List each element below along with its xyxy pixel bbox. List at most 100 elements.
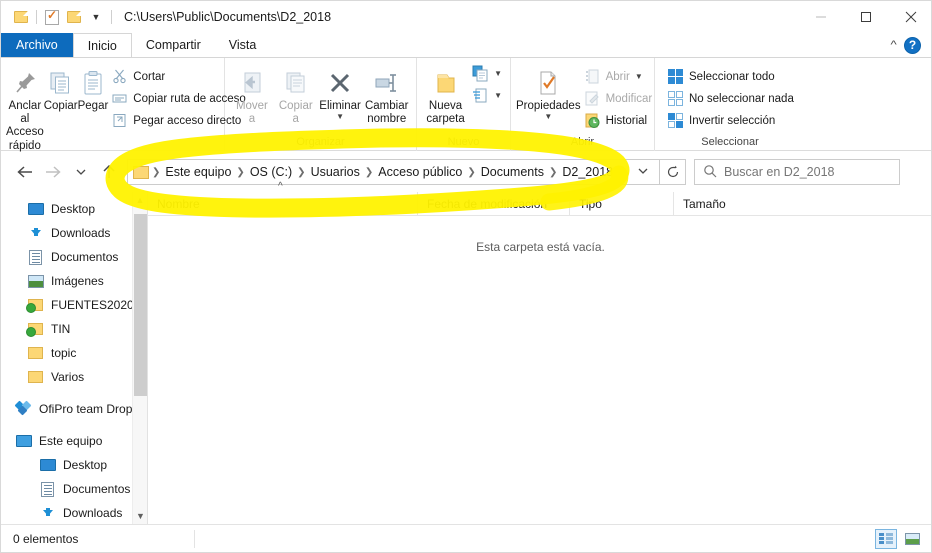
invert-selection-label: Invertir selección: [689, 115, 775, 127]
tab-vista[interactable]: Vista: [215, 33, 271, 57]
edit-button[interactable]: Modificar: [581, 89, 656, 108]
sidebar-item-downloads-quick[interactable]: Downloads: [1, 221, 147, 245]
cut-label: Cortar: [133, 71, 165, 83]
search-input[interactable]: Buscar en D2_2018: [694, 159, 900, 185]
up-button[interactable]: [95, 158, 123, 186]
empty-folder-message: Esta carpeta está vacía.: [148, 216, 932, 254]
back-button[interactable]: [11, 158, 39, 186]
chevron-up-icon[interactable]: ^: [890, 39, 896, 51]
invert-selection-icon: [667, 112, 684, 129]
sidebar-item-documentos-quick[interactable]: Documentos: [1, 245, 147, 269]
search-icon: [703, 164, 717, 181]
navigation-pane: Desktop Downloads Documentos: [1, 192, 147, 524]
refresh-icon[interactable]: [660, 159, 686, 185]
delete-dropdown-caret-icon[interactable]: ▼: [336, 113, 344, 121]
breadcrumb-item-este-equipo[interactable]: Este equipo: [161, 165, 235, 179]
easy-access-button[interactable]: ▼: [469, 86, 505, 105]
sidebar-item-imagenes-quick[interactable]: Imágenes: [1, 269, 147, 293]
breadcrumb-separator-0[interactable]: ❯: [151, 167, 161, 178]
scroll-down-icon[interactable]: ▼: [133, 508, 147, 524]
breadcrumb-separator-3[interactable]: ❯: [364, 167, 374, 178]
breadcrumb-item-documents[interactable]: Documents: [477, 165, 548, 179]
open-icon: [584, 68, 601, 85]
sidebar-item-downloads-pc[interactable]: Downloads: [1, 501, 147, 524]
new-item-caret-icon[interactable]: ▼: [494, 70, 502, 78]
address-bar: ❯ Este equipo ❯ OS (C:) ❯ Usuarios ❯ Acc…: [1, 152, 932, 192]
maximize-icon[interactable]: [843, 1, 888, 33]
column-header-nombre[interactable]: Nombre ^: [148, 192, 418, 216]
column-header-tipo[interactable]: Tipo: [570, 192, 674, 216]
new-item-button[interactable]: ▼: [469, 64, 505, 83]
new-folder-icon[interactable]: [63, 6, 85, 28]
sidebar-item-este-equipo[interactable]: Este equipo: [1, 429, 147, 453]
new-folder-label: Nueva carpeta: [426, 100, 464, 126]
recent-locations-button[interactable]: [67, 158, 95, 186]
forward-button[interactable]: [39, 158, 67, 186]
properties-icon[interactable]: [41, 6, 63, 28]
view-toggle-group: [875, 529, 932, 549]
select-none-button[interactable]: No seleccionar nada: [664, 89, 797, 108]
select-all-button[interactable]: Seleccionar todo: [664, 67, 797, 86]
history-icon: [584, 112, 601, 129]
customize-caret-icon[interactable]: ▼: [85, 6, 107, 28]
breadcrumb-item-usuarios[interactable]: Usuarios: [307, 165, 364, 179]
scrollbar-thumb[interactable]: [134, 214, 147, 396]
sidebar-item-ofipro-team-drop[interactable]: OfiPro team Drop: [1, 397, 147, 421]
breadcrumb-separator-4[interactable]: ❯: [466, 167, 476, 178]
breadcrumb-dropdown-icon[interactable]: [629, 166, 657, 179]
sidebar-item-documentos-pc[interactable]: Documentos: [1, 477, 147, 501]
open-caret-icon[interactable]: ▼: [635, 73, 643, 81]
tab-inicio[interactable]: Inicio: [73, 33, 132, 57]
minimize-icon[interactable]: [798, 1, 843, 33]
column-header-tamano[interactable]: Tamaño: [674, 192, 754, 216]
document-icon: [39, 481, 56, 498]
pin-to-quick-access-button[interactable]: Anclar al Acceso rápido: [6, 62, 44, 153]
tab-compartir[interactable]: Compartir: [132, 33, 215, 57]
sidebar-item-varios[interactable]: Varios: [1, 365, 147, 389]
close-icon[interactable]: [888, 1, 932, 33]
large-icons-view-button[interactable]: [901, 529, 923, 549]
main-area: Desktop Downloads Documentos: [1, 192, 932, 524]
new-small-commands: ▼ ▼: [469, 62, 505, 105]
paste-button[interactable]: Pegar: [78, 62, 109, 113]
easy-access-caret-icon[interactable]: ▼: [494, 92, 502, 100]
tab-archivo[interactable]: Archivo: [1, 33, 73, 57]
sidebar-item-desktop-pc[interactable]: Desktop: [1, 453, 147, 477]
scroll-up-icon[interactable]: ▲: [133, 192, 147, 208]
breadcrumb-item-acceso-publico[interactable]: Acceso público: [374, 165, 466, 179]
delete-button[interactable]: Eliminar ▼: [318, 62, 363, 121]
history-button[interactable]: Historial: [581, 111, 656, 130]
breadcrumb-separator-5[interactable]: ❯: [548, 167, 558, 178]
navigation-pane-scrollbar[interactable]: ▲ ▼: [132, 192, 147, 524]
new-folder-button[interactable]: Nueva carpeta: [422, 62, 469, 126]
properties-caret-icon[interactable]: ▼: [544, 113, 552, 121]
dropbox-icon: [15, 401, 32, 418]
copy-button[interactable]: Copiar: [44, 62, 78, 113]
sidebar-label: Documentos: [51, 250, 129, 264]
properties-button[interactable]: Propiedades ▼: [516, 62, 581, 121]
window-controls: [798, 1, 932, 33]
sidebar-item-tin[interactable]: TIN: [1, 317, 147, 341]
sidebar-item-desktop-quick[interactable]: Desktop: [1, 197, 147, 221]
sidebar-item-topic[interactable]: topic: [1, 341, 147, 365]
folder-icon[interactable]: [10, 6, 32, 28]
breadcrumb-folder-icon: [133, 166, 149, 179]
column-header-fecha[interactable]: Fecha de modificación: [418, 192, 570, 216]
open-button[interactable]: Abrir ▼: [581, 67, 656, 86]
breadcrumb-separator-2[interactable]: ❯: [296, 167, 306, 178]
file-explorer-window: ▼ C:\Users\Public\Documents\D2_2018 Arch…: [0, 0, 932, 553]
sidebar-label: Imágenes: [51, 274, 129, 288]
breadcrumb-separator-1[interactable]: ❯: [235, 167, 245, 178]
breadcrumb-item-d2-2018[interactable]: D2_2018: [558, 165, 617, 179]
details-view-button[interactable]: [875, 529, 897, 549]
sidebar-item-fuentes2020[interactable]: FUENTES2020: [1, 293, 147, 317]
rename-button[interactable]: Cambiar nombre: [362, 62, 411, 126]
breadcrumb[interactable]: ❯ Este equipo ❯ OS (C:) ❯ Usuarios ❯ Acc…: [127, 159, 660, 185]
pin-to-quick-access-label: Anclar al Acceso rápido: [6, 100, 44, 153]
copy-to-button[interactable]: Copiar a: [274, 62, 318, 126]
invert-selection-button[interactable]: Invertir selección: [664, 111, 797, 130]
move-to-button[interactable]: Mover a: [230, 62, 274, 126]
breadcrumb-item-os-c[interactable]: OS (C:): [246, 165, 296, 179]
new-folder-icon: [432, 66, 460, 100]
help-icon[interactable]: ?: [904, 37, 921, 54]
